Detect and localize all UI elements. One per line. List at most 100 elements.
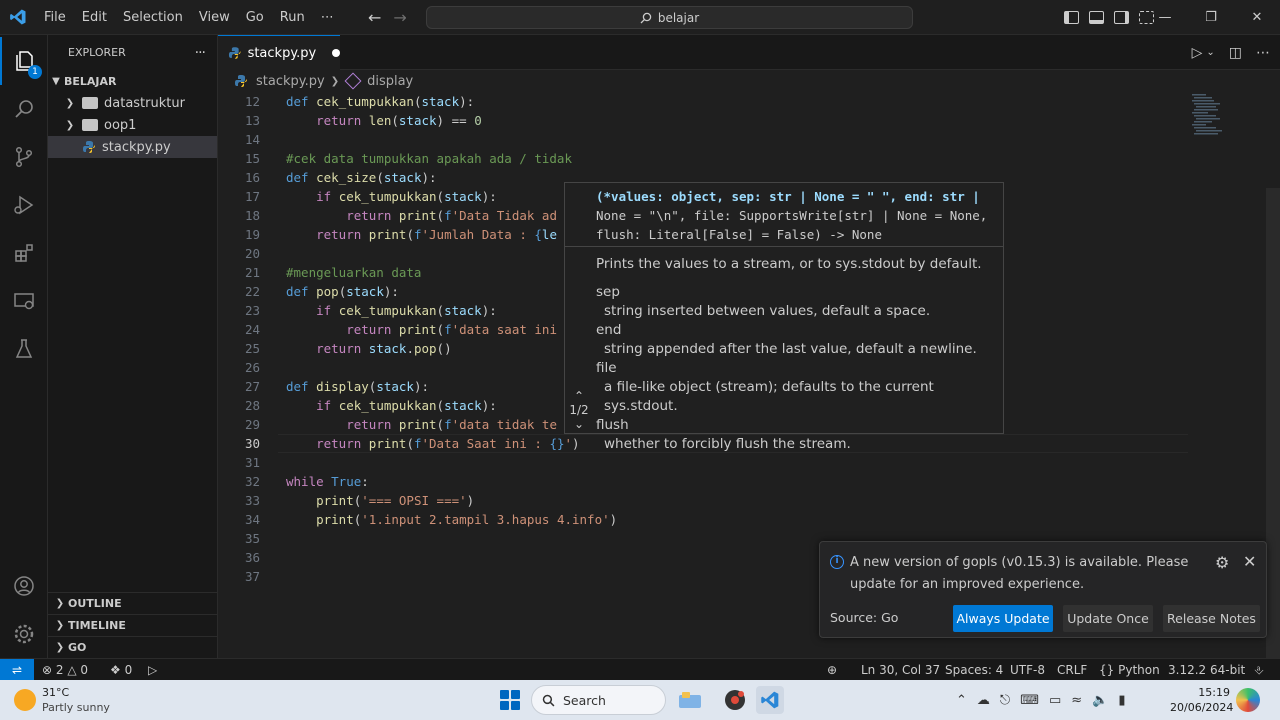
remote-explorer-activity[interactable] xyxy=(0,277,48,325)
restore-icon[interactable]: ❐ xyxy=(1188,10,1234,25)
vscode-app-icon[interactable] xyxy=(756,686,784,714)
line-code: print('=== OPSI ===') xyxy=(286,491,474,510)
close-window-icon[interactable]: ✕ xyxy=(1234,10,1280,25)
toggle-primary-sidebar-icon[interactable] xyxy=(1064,11,1079,24)
code-token: cek_tumpukkan xyxy=(338,189,437,204)
cloud-icon[interactable]: ☁ xyxy=(977,693,990,708)
weather-description[interactable]: Partly sunny xyxy=(42,701,110,714)
more-actions-icon[interactable]: ⋯ xyxy=(1256,45,1270,61)
indentation[interactable]: Spaces: 4 xyxy=(945,659,1003,681)
menu-go[interactable]: Go xyxy=(238,0,272,35)
encoding[interactable]: UTF-8 xyxy=(1010,659,1045,681)
menu-view[interactable]: View xyxy=(191,0,238,35)
update-once-button[interactable]: Update Once xyxy=(1063,605,1153,632)
ports-indicator[interactable]: ❖ 0 xyxy=(110,659,132,681)
line-code: #mengeluarkan data xyxy=(286,263,421,282)
source-control-activity[interactable] xyxy=(0,133,48,181)
outline-section[interactable]: ❯ OUTLINE xyxy=(48,592,218,614)
code-token: 'Data Tidak ad xyxy=(451,208,557,223)
cursor-position[interactable]: Ln 30, Col 37 xyxy=(861,659,940,681)
zoom-icon[interactable]: ⊕ xyxy=(827,659,837,681)
release-notes-button[interactable]: Release Notes xyxy=(1163,605,1260,632)
weather-temperature[interactable]: 31°C xyxy=(42,686,69,699)
code-line[interactable]: 14 xyxy=(218,130,1188,149)
breadcrumb-symbol[interactable]: display xyxy=(367,74,413,89)
chevron-down-icon[interactable]: ⌄ xyxy=(567,417,591,431)
toggle-panel-icon[interactable] xyxy=(1089,11,1104,24)
explorer-activity[interactable]: 1 xyxy=(0,37,48,85)
line-ending[interactable]: CRLF xyxy=(1057,659,1087,681)
vscode-logo-icon[interactable] xyxy=(0,0,36,35)
chevron-right-icon: ❯ xyxy=(330,75,340,87)
minimize-icon[interactable]: — xyxy=(1142,10,1188,25)
forward-arrow-icon[interactable]: → xyxy=(393,8,406,27)
copilot-icon[interactable] xyxy=(1236,688,1260,712)
menu-run[interactable]: Run xyxy=(272,0,313,35)
menu-selection[interactable]: Selection xyxy=(115,0,191,35)
tree-item-stackpy[interactable]: stackpy.py xyxy=(48,136,217,158)
chrome-app-icon[interactable] xyxy=(721,686,749,714)
run-dropdown-chevron-icon[interactable]: ⌄ xyxy=(1206,47,1214,58)
notification-source: Source: Go xyxy=(830,610,899,625)
run-file-icon[interactable]: ▷ xyxy=(1192,45,1203,61)
always-update-button[interactable]: Always Update xyxy=(953,605,1053,632)
go-section[interactable]: ❯ GO xyxy=(48,636,218,658)
code-line[interactable]: 33 print('=== OPSI ===') xyxy=(218,491,1188,510)
close-icon[interactable]: ✕ xyxy=(1243,552,1256,571)
minimap[interactable] xyxy=(1190,92,1240,152)
unsaved-dot-icon[interactable] xyxy=(332,49,340,57)
notifications-bell-icon[interactable]: ⎀ xyxy=(1254,659,1264,681)
accounts-activity[interactable] xyxy=(0,562,48,610)
display-icon[interactable]: ▭ xyxy=(1049,693,1061,708)
volume-icon[interactable]: 🔈 xyxy=(1092,693,1108,708)
explorer-more-actions[interactable]: ··· xyxy=(195,45,206,61)
python-interpreter[interactable]: 3.12.2 64-bit xyxy=(1168,659,1245,681)
vertical-scrollbar[interactable] xyxy=(1266,188,1280,658)
code-line[interactable]: 31 xyxy=(218,453,1188,472)
tab-stackpy[interactable]: stackpy.py xyxy=(218,35,340,70)
code-line[interactable]: 12 def cek_tumpukkan(stack): xyxy=(218,92,1188,111)
command-center[interactable]: belajar xyxy=(426,6,913,29)
microphone-icon[interactable]: ⎋ xyxy=(1000,693,1010,708)
code-line[interactable]: 15 #cek data tumpukkan apakah ada / tidak xyxy=(218,149,1188,168)
account-icon xyxy=(14,576,34,596)
debug-icon[interactable]: ▷ xyxy=(148,659,157,681)
back-arrow-icon[interactable]: ← xyxy=(368,8,381,27)
extensions-activity[interactable] xyxy=(0,229,48,277)
widgets-app-icon[interactable] xyxy=(676,686,704,714)
language-mode[interactable]: {} Python xyxy=(1099,659,1160,681)
timeline-section[interactable]: ❯ TIMELINE xyxy=(48,614,218,636)
remote-indicator-icon[interactable]: ⇌ xyxy=(0,659,34,681)
code-token: 'data tidak te xyxy=(451,417,557,432)
run-debug-activity[interactable] xyxy=(0,181,48,229)
keyboard-icon[interactable]: ⌨ xyxy=(1020,693,1039,708)
menu-edit[interactable]: Edit xyxy=(74,0,115,35)
manage-activity[interactable] xyxy=(0,610,48,658)
toggle-secondary-sidebar-icon[interactable] xyxy=(1114,11,1129,24)
wifi-icon[interactable]: ≈ xyxy=(1071,693,1082,708)
code-line[interactable]: 13 return len(stack) == 0 xyxy=(218,111,1188,130)
battery-icon[interactable]: ▮ xyxy=(1118,693,1125,708)
tree-item-oop1[interactable]: ❯ oop1 xyxy=(48,114,217,136)
weather-sun-icon[interactable] xyxy=(14,689,36,711)
workspace-root[interactable]: ▼ BELAJAR xyxy=(48,70,217,92)
search-activity[interactable] xyxy=(0,85,48,133)
code-token: True xyxy=(331,474,362,489)
windows-start-icon[interactable] xyxy=(500,690,520,710)
code-line[interactable]: 34 print('1.input 2.tampil 3.hapus 4.inf… xyxy=(218,510,1188,529)
gear-icon[interactable]: ⚙ xyxy=(1215,553,1229,572)
taskbar-search[interactable]: Search xyxy=(531,685,666,715)
split-editor-icon[interactable]: ◫ xyxy=(1229,45,1242,61)
clock[interactable]: 15:19 20/06/2024 xyxy=(1170,685,1233,715)
problems-indicator[interactable]: ⊗ 2 △ 0 xyxy=(42,659,88,681)
menu-more[interactable]: ⋯ xyxy=(313,0,342,35)
line-code: return len(stack) == 0 xyxy=(286,111,482,130)
chevron-up-icon[interactable]: ⌃ xyxy=(567,389,591,403)
tree-item-datastruktur[interactable]: ❯ datastruktur xyxy=(48,92,217,114)
code-line[interactable]: 32 while True: xyxy=(218,472,1188,491)
breadcrumb-file[interactable]: stackpy.py xyxy=(256,74,325,89)
extensions-icon xyxy=(15,244,33,262)
menu-file[interactable]: File xyxy=(36,0,74,35)
tray-chevron-up-icon[interactable]: ⌃ xyxy=(956,693,967,708)
testing-activity[interactable] xyxy=(0,325,48,373)
